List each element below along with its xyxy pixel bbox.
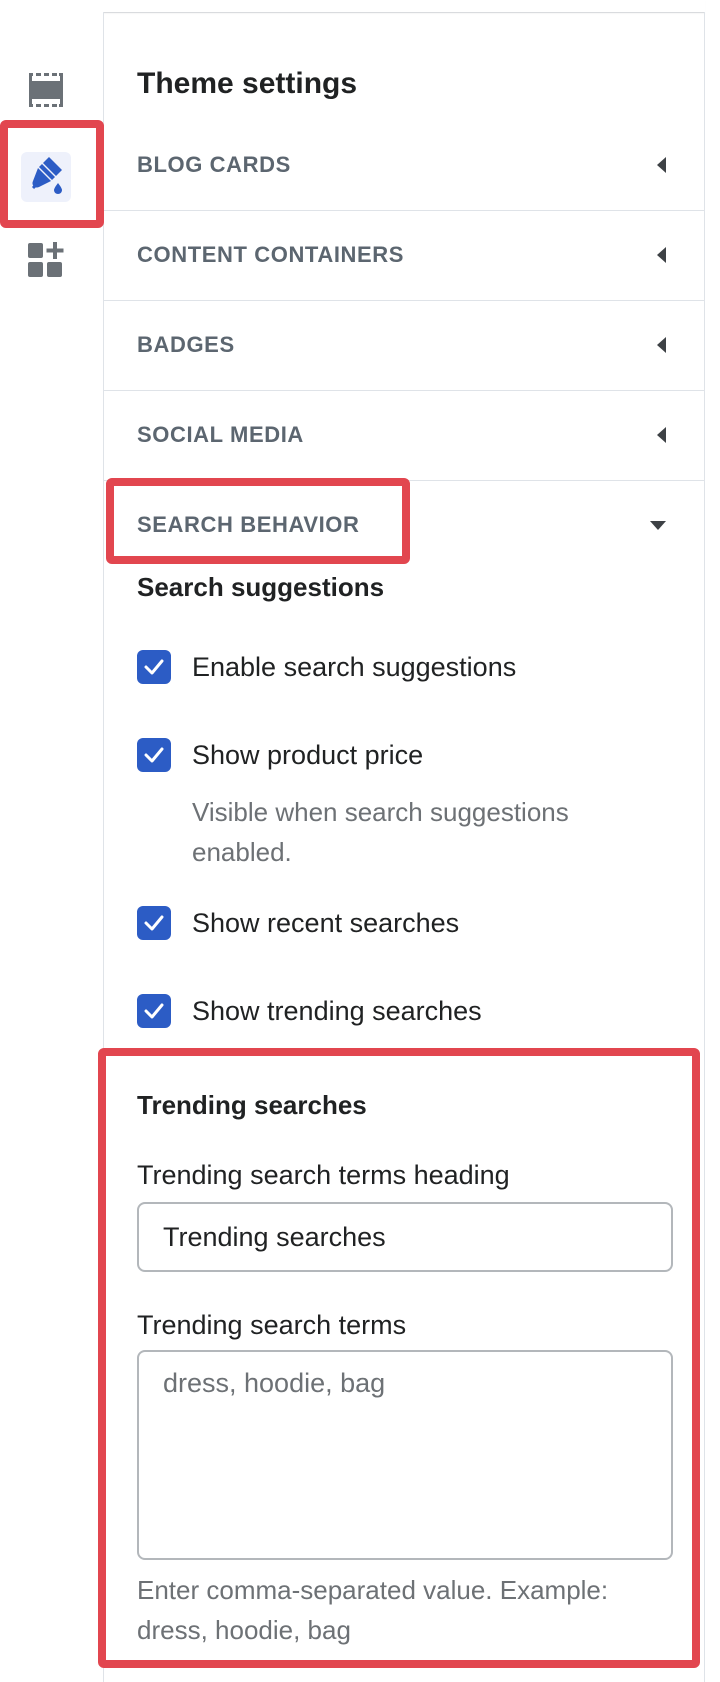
- checkmark-icon[interactable]: [137, 906, 171, 940]
- trending-terms-textarea[interactable]: [137, 1350, 673, 1560]
- checkbox-label: Enable search suggestions: [192, 652, 517, 682]
- caret-left-icon: [657, 427, 666, 443]
- section-search-behavior[interactable]: SEARCH BEHAVIOR: [104, 480, 704, 570]
- checkbox-label: Show recent searches: [192, 908, 460, 938]
- trending-terms-field-label: Trending search terms: [137, 1310, 407, 1340]
- enable-search-suggestions-checkbox[interactable]: Enable search suggestions: [137, 650, 516, 684]
- search-suggestions-heading: Search suggestions: [137, 572, 385, 602]
- trending-searches-heading: Trending searches: [137, 1090, 367, 1120]
- trending-heading-input[interactable]: [137, 1202, 673, 1272]
- panel-title: Theme settings: [137, 67, 358, 100]
- show-recent-searches-checkbox[interactable]: Show recent searches: [137, 906, 459, 940]
- top-bar-edge: [0, 0, 705, 13]
- checkbox-label: Show product price: [192, 740, 424, 770]
- section-blog-cards[interactable]: BLOG CARDS: [104, 120, 704, 211]
- caret-left-icon: [657, 247, 666, 263]
- section-label: SEARCH BEHAVIOR: [137, 512, 360, 537]
- trending-heading-field-label: Trending search terms heading: [137, 1160, 510, 1190]
- section-label: SOCIAL MEDIA: [137, 422, 304, 447]
- sections-icon: [27, 71, 65, 114]
- checkmark-icon[interactable]: [137, 994, 171, 1028]
- sections-button[interactable]: [21, 67, 71, 117]
- caret-left-icon: [657, 337, 666, 353]
- section-social-media[interactable]: SOCIAL MEDIA: [104, 390, 704, 481]
- show-trending-searches-checkbox[interactable]: Show trending searches: [137, 994, 482, 1028]
- theme-settings-button[interactable]: [21, 152, 71, 202]
- section-label: CONTENT CONTAINERS: [137, 242, 405, 267]
- section-label: BADGES: [137, 332, 235, 357]
- trending-terms-help: Enter comma-separated value. Example: dr…: [137, 1575, 609, 1645]
- section-label: BLOG CARDS: [137, 152, 291, 177]
- app-embeds-button[interactable]: [21, 237, 71, 287]
- show-product-price-help: Visible when search suggestions enabled.: [192, 797, 569, 867]
- paintbrush-icon: [25, 154, 67, 201]
- app-embeds-icon: [26, 240, 66, 285]
- section-badges[interactable]: BADGES: [104, 300, 704, 391]
- checkbox-label: Show trending searches: [192, 996, 482, 1026]
- caret-left-icon: [657, 157, 666, 173]
- section-content-containers[interactable]: CONTENT CONTAINERS: [104, 210, 704, 301]
- checkmark-icon[interactable]: [137, 738, 171, 772]
- show-product-price-checkbox[interactable]: Show product price: [137, 738, 423, 772]
- checkmark-icon[interactable]: [137, 650, 171, 684]
- icon-rail: [0, 12, 104, 1682]
- panel-border: [704, 12, 705, 1682]
- caret-down-icon: [650, 520, 666, 530]
